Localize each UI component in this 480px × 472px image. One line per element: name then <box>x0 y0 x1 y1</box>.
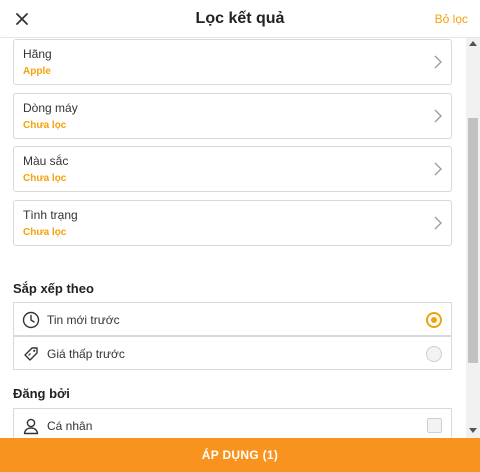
filter-modal: Lọc kết quả Bỏ lọc Hãng Apple Dòng máy C… <box>0 0 480 472</box>
filter-brand-label: Hãng <box>23 47 52 61</box>
chevron-right-icon <box>434 216 442 230</box>
filter-brand-value: Apple <box>23 66 51 77</box>
filter-color[interactable]: Màu sắc Chưa lọc <box>13 146 452 192</box>
filter-content: Hãng Apple Dòng máy Chưa lọc Màu sắc Chư… <box>0 38 466 438</box>
individual-checkbox[interactable] <box>427 418 442 433</box>
posted-by-option-individual[interactable]: Cá nhân <box>13 408 452 438</box>
chevron-right-icon <box>434 162 442 176</box>
scrollbar-thumb[interactable] <box>468 118 478 363</box>
chevron-right-icon <box>434 55 442 69</box>
sort-newest-radio[interactable] <box>426 312 442 328</box>
clock-icon <box>22 311 40 329</box>
scroll-up-arrow-icon[interactable] <box>469 41 477 46</box>
filter-brand[interactable]: Hãng Apple <box>13 39 452 85</box>
sort-option-lowest-price[interactable]: Giá thấp trước <box>13 336 452 370</box>
posted-by-option-individual-label: Cá nhân <box>47 419 93 433</box>
sort-option-lowest-price-label: Giá thấp trước <box>47 347 125 361</box>
sort-option-newest-label: Tin mới trước <box>47 313 120 327</box>
scroll-down-arrow-icon[interactable] <box>469 428 477 433</box>
filter-condition[interactable]: Tình trạng Chưa lọc <box>13 200 452 246</box>
page-title: Lọc kết quả <box>195 10 285 27</box>
filter-model[interactable]: Dòng máy Chưa lọc <box>13 93 452 139</box>
modal-header: Lọc kết quả Bỏ lọc <box>0 0 480 38</box>
clear-filters-button[interactable]: Bỏ lọc <box>435 12 468 26</box>
posted-by-section-title: Đăng bởi <box>13 386 70 401</box>
scrollbar[interactable] <box>466 38 480 438</box>
sort-option-newest[interactable]: Tin mới trước <box>13 302 452 336</box>
sort-section-title: Sắp xếp theo <box>13 281 94 296</box>
filter-model-label: Dòng máy <box>23 101 78 115</box>
chevron-right-icon <box>434 109 442 123</box>
price-tag-icon <box>24 347 38 361</box>
filter-condition-value: Chưa lọc <box>23 227 67 238</box>
sort-lowest-price-radio[interactable] <box>426 346 442 362</box>
apply-button[interactable]: ÁP DỤNG (1) <box>0 438 480 472</box>
person-icon <box>23 418 39 435</box>
filter-color-value: Chưa lọc <box>23 173 67 184</box>
filter-condition-label: Tình trạng <box>23 208 78 222</box>
filter-color-label: Màu sắc <box>23 154 69 168</box>
filter-model-value: Chưa lọc <box>23 120 67 131</box>
